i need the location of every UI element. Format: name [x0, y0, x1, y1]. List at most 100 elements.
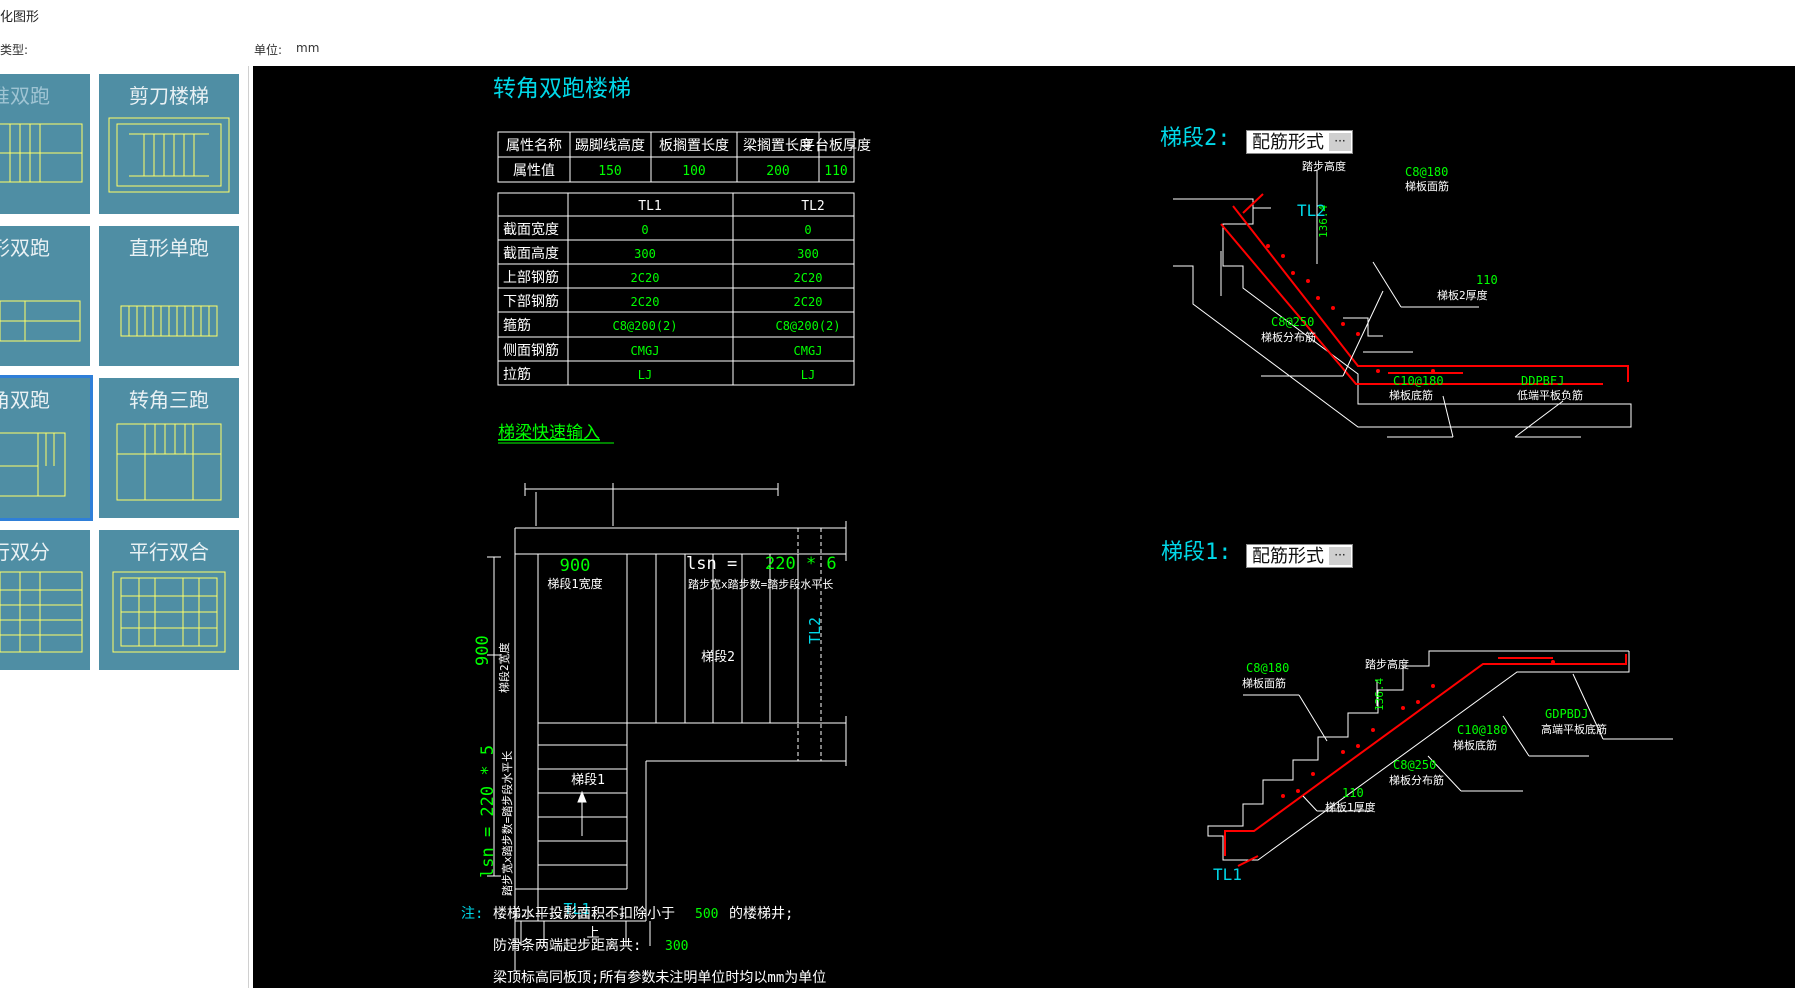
- stair-thumbnail-icon: [0, 432, 66, 497]
- beam-cell[interactable]: LJ: [801, 368, 815, 382]
- note-line1-b: 的楼梯井;: [729, 906, 793, 922]
- beam-cell[interactable]: 300: [634, 247, 656, 261]
- stair-thumbnail-icon: [120, 305, 218, 337]
- stair-drawing: 转角双跑楼梯 属性名称 踢脚线高度 板搁置长度 梁搁置长度 平台板厚度 属性值 …: [461, 76, 1673, 986]
- section1-tl1-label: TL1: [1213, 865, 1242, 884]
- plan-dim-left-value[interactable]: 900: [473, 635, 493, 666]
- type-label: 类型:: [0, 43, 29, 57]
- section2-top-bar[interactable]: C8@180: [1405, 165, 1448, 179]
- note-line1-a: 楼梯水平投影面积不扣除小于: [493, 906, 675, 922]
- section2-dist-bar-label: 梯板分布筋: [1261, 330, 1316, 344]
- section1-top-bar-label: 梯板面筋: [1242, 676, 1286, 690]
- window-title: 化图形: [0, 10, 40, 25]
- section1-rebar-style-label: 配筋形式: [1252, 546, 1324, 567]
- beam-cell[interactable]: LJ: [638, 368, 652, 382]
- section1-step-height: 踏步高度: [1365, 657, 1409, 671]
- attr-value-beam-rest[interactable]: 200: [766, 164, 789, 179]
- beam-cell[interactable]: C8@200(2): [775, 319, 840, 333]
- plan-flight1-label: 梯段1: [571, 773, 605, 788]
- plan-flight2-label: 梯段2: [701, 650, 735, 665]
- note-line1-value[interactable]: 500: [695, 907, 718, 922]
- beam-table: TL1 TL2 截面宽度 0 0 截面高度 300 300 上部钢筋 2C20 …: [497, 192, 855, 386]
- stair-type-standard-double[interactable]: 准双跑: [0, 74, 90, 214]
- note-line3: 梁顶标高同板顶;所有参数未注明单位时均以mm为单位: [493, 969, 826, 986]
- stair-type-corner-triple[interactable]: 转角三跑: [99, 378, 239, 518]
- plan-lsn-value[interactable]: 220 * 6: [765, 554, 837, 574]
- section2-thick-label: 梯板2厚度: [1437, 288, 1488, 302]
- attr-header-cell: 平台板厚度: [801, 138, 871, 154]
- beam-cell[interactable]: CMGJ: [631, 344, 660, 358]
- stair-thumbnail-icon: [0, 123, 83, 183]
- section1-bottom-bar[interactable]: C10@180: [1457, 723, 1508, 737]
- section1-thick-label: 梯板1厚度: [1325, 800, 1376, 814]
- beam-row-label: 截面高度: [503, 245, 559, 262]
- section1-rebar-style-button[interactable]: 配筋形式 ···: [1246, 544, 1353, 568]
- beam-row-label: 下部钢筋: [503, 293, 559, 310]
- attr-value-slab-rest[interactable]: 100: [682, 164, 705, 179]
- attr-value-kick[interactable]: 150: [598, 164, 621, 179]
- stair-thumbnail-icon: [0, 300, 81, 342]
- attr-value-platform-thick[interactable]: 110: [824, 164, 847, 179]
- section2-thick-value[interactable]: 110: [1476, 273, 1498, 287]
- plan-dim-left-label: 梯段2宽度: [497, 642, 511, 693]
- section2-bottom-bar[interactable]: C10@180: [1393, 374, 1444, 388]
- plan-lsn-prefix: lsn =: [686, 554, 737, 574]
- section1-dist-bar-label: 梯板分布筋: [1389, 773, 1444, 787]
- beam-row-label: 箍筋: [503, 317, 531, 334]
- section2-title: 梯段2:: [1160, 126, 1231, 151]
- section2-neg-bar-label: 低端平板负筋: [1517, 388, 1583, 402]
- beam-cell[interactable]: 2C20: [794, 271, 823, 285]
- beam-cell[interactable]: 0: [641, 223, 648, 237]
- note-prefix: 注:: [461, 906, 483, 922]
- stair-type-straight-single[interactable]: 直形单跑: [99, 226, 239, 366]
- beam-quick-input-link[interactable]: 梯梁快速输入: [498, 423, 600, 443]
- section2-neg-bar[interactable]: DDPBFJ: [1521, 374, 1564, 388]
- section1-bottom-bar-label: 梯板底筋: [1453, 738, 1497, 752]
- beam-cell[interactable]: 2C20: [631, 295, 660, 309]
- beam-cell[interactable]: CMGJ: [794, 344, 823, 358]
- section1-dist-bar[interactable]: C8@250: [1393, 758, 1436, 772]
- section1-high-bar[interactable]: GDPBDJ: [1545, 707, 1588, 721]
- section2-bottom-bar-label: 梯板底筋: [1389, 388, 1433, 402]
- stair-thumbnail-icon: [0, 571, 83, 653]
- note-line2-value[interactable]: 300: [665, 939, 688, 954]
- plan-dim-top-label: 梯段1宽度: [547, 576, 602, 591]
- beam-cell[interactable]: 300: [797, 247, 819, 261]
- more-options-icon[interactable]: ···: [1329, 133, 1351, 151]
- more-options-icon[interactable]: ···: [1329, 547, 1351, 565]
- attr-row-label: 属性值: [513, 163, 555, 179]
- section2-top-bar-label: 梯板面筋: [1405, 179, 1449, 193]
- stair-type-l-double[interactable]: 形双跑: [0, 226, 90, 366]
- beam-col-tl2: TL2: [801, 199, 824, 214]
- drawing-title: 转角双跑楼梯: [493, 76, 631, 102]
- stair-thumbnail-icon: [108, 117, 230, 193]
- plan-lsn-label: 踏步宽x踏步数=踏步段水平长: [688, 577, 833, 591]
- section2-rebar-style-button[interactable]: 配筋形式 ···: [1246, 130, 1353, 154]
- beam-row-label: 拉筋: [503, 366, 531, 383]
- beam-row-label: 侧面钢筋: [503, 342, 559, 359]
- section1-top-bar[interactable]: C8@180: [1246, 661, 1289, 675]
- stair-type-scissor[interactable]: 剪刀楼梯: [99, 74, 239, 214]
- section2-step-height: 踏步高度: [1302, 159, 1346, 173]
- beam-cell[interactable]: 2C20: [631, 271, 660, 285]
- section1-thick-value[interactable]: 110: [1342, 786, 1364, 800]
- section2-step-value[interactable]: 136.4: [1317, 205, 1330, 238]
- stair-type-parallel-split[interactable]: 行双分: [0, 530, 90, 670]
- attr-header-cell: 板搁置长度: [659, 138, 729, 154]
- section1-title: 梯段1:: [1161, 540, 1232, 565]
- section2-dist-bar[interactable]: C8@250: [1271, 315, 1314, 329]
- beam-cell[interactable]: 0: [804, 223, 811, 237]
- section1-step-value[interactable]: 136.4: [1373, 678, 1386, 711]
- unit-value: mm: [296, 41, 320, 55]
- attr-header-cell: 踢脚线高度: [575, 137, 645, 154]
- stair-type-corner-double[interactable]: 角双跑: [0, 375, 93, 521]
- plan-dim-top-value[interactable]: 900: [560, 556, 591, 576]
- beam-col-tl1: TL1: [638, 199, 661, 214]
- beam-row-label: 截面宽度: [503, 221, 559, 238]
- beam-cell[interactable]: 2C20: [794, 295, 823, 309]
- title-bar: 化图形: [0, 0, 1795, 30]
- plan-lsn-left[interactable]: lsn = 220 * 5: [478, 745, 498, 878]
- stair-type-parallel-merge[interactable]: 平行双合: [99, 530, 239, 670]
- stair-thumbnail-icon: [112, 571, 226, 653]
- beam-cell[interactable]: C8@200(2): [612, 319, 677, 333]
